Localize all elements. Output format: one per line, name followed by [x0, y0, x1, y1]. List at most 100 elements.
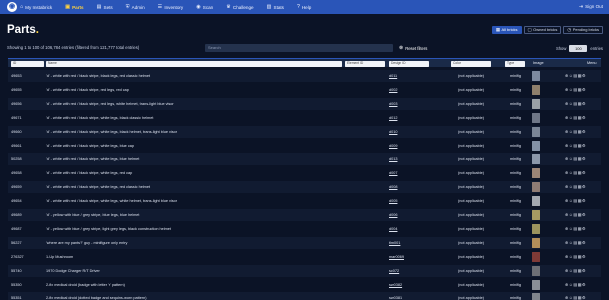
reset-filters-button[interactable]: ⊗ Reset filters: [399, 44, 427, 52]
row-menu-icons[interactable]: ⊕☺▤▦⚙: [565, 265, 601, 277]
filter-element-id[interactable]: Element ID: [345, 61, 385, 67]
logo-icon[interactable]: ◉: [7, 2, 17, 12]
table-row[interactable]: 55740 1970 Dodge Charger R/T Driver sc072 (…: [8, 264, 601, 277]
table-row[interactable]: 49654 'd' - white with red / black stripe…: [8, 195, 601, 208]
part-code-link[interactable]: mar0069: [389, 251, 429, 263]
minifig-thumbnail[interactable]: [532, 98, 540, 109]
nav-item-stats[interactable]: ▥ Stats: [267, 4, 284, 10]
sign-out-link[interactable]: ⇥ Sign Out: [579, 4, 603, 10]
part-code-link[interactable]: sw0382: [389, 279, 429, 291]
part-code-link[interactable]: d009: [389, 140, 429, 152]
minifig-thumbnail[interactable]: [532, 237, 540, 248]
part-code-link[interactable]: d008: [389, 181, 429, 193]
row-menu-icons[interactable]: ⊕☺▤▦⚙: [565, 279, 601, 291]
row-menu-icons[interactable]: ⊕☺▤▦⚙: [565, 167, 601, 179]
filter-type[interactable]: Type: [505, 61, 525, 67]
table-row[interactable]: 55351 2-fix medical droid (dotted badge a…: [8, 292, 601, 300]
nav-item-challenge[interactable]: ♛ Challenge: [226, 4, 253, 10]
part-code-link[interactable]: sw0381: [389, 292, 429, 300]
row-menu-icons[interactable]: ⊕☺▤▦⚙: [565, 223, 601, 235]
minifig-thumbnail[interactable]: [532, 71, 540, 81]
part-code-link[interactable]: d002: [389, 84, 429, 96]
table-row[interactable]: 56227 'where are my pants?' guy - minifig…: [8, 236, 601, 249]
tab-pending-bricks[interactable]: ◷ Pending bricks: [563, 26, 603, 34]
minifig-thumbnail[interactable]: [532, 210, 540, 220]
table-row[interactable]: 49653 'd' - white with red / black stripe…: [8, 70, 601, 82]
minifig-thumbnail[interactable]: [532, 84, 540, 95]
minifig-thumbnail[interactable]: [532, 154, 540, 165]
table-row[interactable]: 50258 'd' - white with red / black stripe…: [8, 153, 601, 166]
table-row[interactable]: 49655 'd' - white with red / black stripe…: [8, 83, 601, 96]
row-menu-icons[interactable]: ⊕☺▤▦⚙: [565, 237, 601, 249]
search-input[interactable]: Search: [205, 44, 393, 52]
part-code-link[interactable]: d005: [389, 195, 429, 207]
row-menu-icons[interactable]: ⊕☺▤▦⚙: [565, 292, 601, 300]
part-code-link[interactable]: d010: [389, 126, 429, 138]
part-code-link[interactable]: d011: [389, 70, 429, 82]
nav-item-admin[interactable]: ⛨ Admin: [126, 4, 145, 11]
part-name: 2-fix medical droid (dotted badge and se…: [46, 296, 147, 300]
table-row[interactable]: 55350 2-fix medical droid (badge with let…: [8, 278, 601, 291]
row-menu-icons[interactable]: ⊕☺▤▦⚙: [565, 112, 601, 124]
nav-item-label: Parts: [72, 4, 84, 10]
row-menu-icons[interactable]: ⊕☺▤▦⚙: [565, 181, 601, 193]
tab-label: All bricks: [501, 27, 518, 32]
nav-item-sets[interactable]: ▤ Sets: [97, 4, 113, 10]
table-row[interactable]: 49671 'd' - white with red / black stripe…: [8, 111, 601, 124]
show-label: Show: [555, 45, 567, 51]
table-row[interactable]: 49659 'd' - white with red / black stripe…: [8, 181, 601, 194]
part-code-link[interactable]: tlm001: [389, 237, 429, 249]
table-row[interactable]: 49658 'd' - white with red / black stripe…: [8, 167, 601, 180]
minifig-thumbnail[interactable]: [532, 223, 540, 234]
part-type: minifig: [510, 171, 521, 176]
nav-item-scan[interactable]: ◉ Scan: [196, 4, 213, 10]
row-menu-icons[interactable]: ⊕☺▤▦⚙: [565, 209, 601, 221]
table-row[interactable]: 49687 'd' - yellow with blue / grey strip…: [8, 222, 601, 235]
minifig-thumbnail[interactable]: [532, 126, 540, 137]
minifig-thumbnail[interactable]: [532, 168, 540, 179]
row-menu-icons[interactable]: ⊕☺▤▦⚙: [565, 195, 601, 207]
filter-id[interactable]: ID: [11, 61, 44, 67]
nav-item-parts[interactable]: ▣ Parts: [65, 4, 83, 10]
table-row[interactable]: 276327 1-Up Mushroom mar0069 (not applicabl…: [8, 250, 601, 263]
tab-owned-bricks[interactable]: ▢ Owned bricks: [523, 26, 562, 34]
nav-item-my-instabrick[interactable]: ⌂ My Instabrick: [20, 4, 52, 10]
tab-all-bricks[interactable]: ▦ All bricks: [491, 26, 522, 34]
row-menu-icons[interactable]: ⊕☺▤▦⚙: [565, 84, 601, 96]
table-row[interactable]: 49656 'd' - white with red / black stripe…: [8, 97, 601, 110]
part-code-link[interactable]: d003: [389, 98, 429, 110]
minifig-thumbnail[interactable]: [532, 112, 540, 123]
filter-color[interactable]: Color: [451, 61, 491, 67]
minifig-thumbnail[interactable]: [532, 182, 540, 193]
minifig-thumbnail[interactable]: [532, 293, 540, 300]
nav-item-inventory[interactable]: ☰ Inventory: [158, 4, 184, 10]
part-code-link[interactable]: d004: [389, 223, 429, 235]
filter-design-id[interactable]: Design ID: [389, 61, 429, 67]
minifig-thumbnail[interactable]: [532, 251, 540, 262]
minifig-thumbnail[interactable]: [532, 140, 540, 151]
table-row[interactable]: 49661 'd' - white with red / black stripe…: [8, 139, 601, 152]
row-menu-icons[interactable]: ⊕☺▤▦⚙: [565, 126, 601, 138]
part-code-link[interactable]: d007: [389, 167, 429, 179]
page-size-select[interactable]: 100: [569, 44, 588, 52]
part-code-link[interactable]: sc072: [389, 265, 429, 277]
part-code-link[interactable]: d006: [389, 209, 429, 221]
minifig-thumbnail[interactable]: [532, 196, 540, 207]
table-row[interactable]: 49689 'd' - yellow with blue / grey strip…: [8, 209, 601, 221]
filter-name[interactable]: Name: [46, 61, 342, 67]
row-menu-icons[interactable]: ⊕☺▤▦⚙: [565, 251, 601, 263]
minifig-thumbnail[interactable]: [532, 265, 540, 276]
nav-item-help[interactable]: ? Help: [297, 4, 311, 10]
row-menu-icons[interactable]: ⊕☺▤▦⚙: [565, 140, 601, 152]
row-menu-icons[interactable]: ⊕☺▤▦⚙: [565, 98, 601, 110]
nav-item-label: Inventory: [164, 4, 184, 10]
part-name: 'd' - yellow with blue / grey stripe, li…: [46, 226, 171, 231]
minifig-thumbnail[interactable]: [532, 279, 540, 290]
part-name: 'd' - white with red / black stripe, whi…: [46, 157, 140, 162]
sign-out-label: Sign Out: [585, 4, 603, 9]
row-menu-icons[interactable]: ⊕☺▤▦⚙: [565, 70, 601, 82]
row-menu-icons[interactable]: ⊕☺▤▦⚙: [565, 153, 601, 165]
part-code-link[interactable]: d013: [389, 153, 429, 165]
table-row[interactable]: 49660 'd' - white with red / black stripe…: [8, 125, 601, 138]
part-code-link[interactable]: d012: [389, 112, 429, 124]
